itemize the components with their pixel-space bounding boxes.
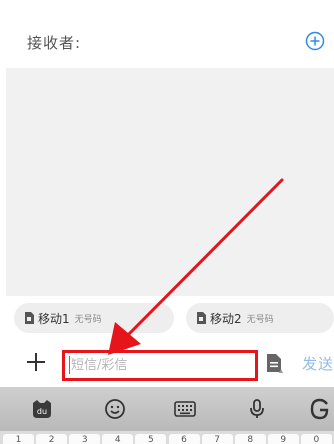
sim-card-icon bbox=[25, 312, 34, 324]
key-4[interactable]: 4 bbox=[102, 434, 134, 444]
sim-1-name: 移动1 bbox=[38, 311, 70, 326]
send-button[interactable]: 发送 bbox=[302, 353, 334, 374]
baidu-logo-icon[interactable]: du bbox=[30, 397, 54, 421]
status-bar bbox=[0, 0, 334, 8]
sim-1-number: 无号码 bbox=[74, 314, 102, 325]
key-8[interactable]: 8 bbox=[234, 434, 266, 444]
compose-message-screen: 接收者: 移动1 无号码 移动2 无号码 发送 bbox=[0, 0, 334, 444]
key-2[interactable]: 2 bbox=[36, 434, 68, 444]
g-icon[interactable] bbox=[308, 397, 332, 421]
sim-2-number: 无号码 bbox=[246, 314, 274, 325]
message-input[interactable] bbox=[62, 350, 258, 381]
sim-2-name: 移动2 bbox=[210, 311, 242, 326]
key-5[interactable]: 5 bbox=[135, 434, 167, 444]
microphone-icon[interactable] bbox=[245, 397, 269, 421]
sim-card-icon bbox=[197, 312, 206, 324]
attachment-icon[interactable] bbox=[264, 352, 284, 374]
key-1[interactable]: 1 bbox=[3, 434, 34, 444]
key-9[interactable]: 9 bbox=[267, 434, 299, 444]
keyboard-icon[interactable] bbox=[173, 397, 197, 421]
sim-selector-1[interactable]: 移动1 无号码 bbox=[14, 303, 174, 333]
key-7[interactable]: 7 bbox=[201, 434, 233, 444]
emoji-icon[interactable] bbox=[103, 397, 127, 421]
message-thread-area bbox=[6, 68, 334, 296]
plus-icon[interactable] bbox=[25, 351, 47, 373]
recipient-label: 接收者: bbox=[27, 34, 82, 52]
svg-text:du: du bbox=[37, 407, 47, 416]
key-3[interactable]: 3 bbox=[69, 434, 101, 444]
recipient-row[interactable]: 接收者: bbox=[0, 8, 334, 68]
text-cursor bbox=[69, 356, 70, 374]
key-6[interactable]: 6 bbox=[168, 434, 200, 444]
key-0[interactable]: 0 bbox=[300, 434, 332, 444]
sim-selector-2[interactable]: 移动2 无号码 bbox=[186, 303, 334, 333]
add-circle-icon[interactable] bbox=[305, 31, 325, 51]
